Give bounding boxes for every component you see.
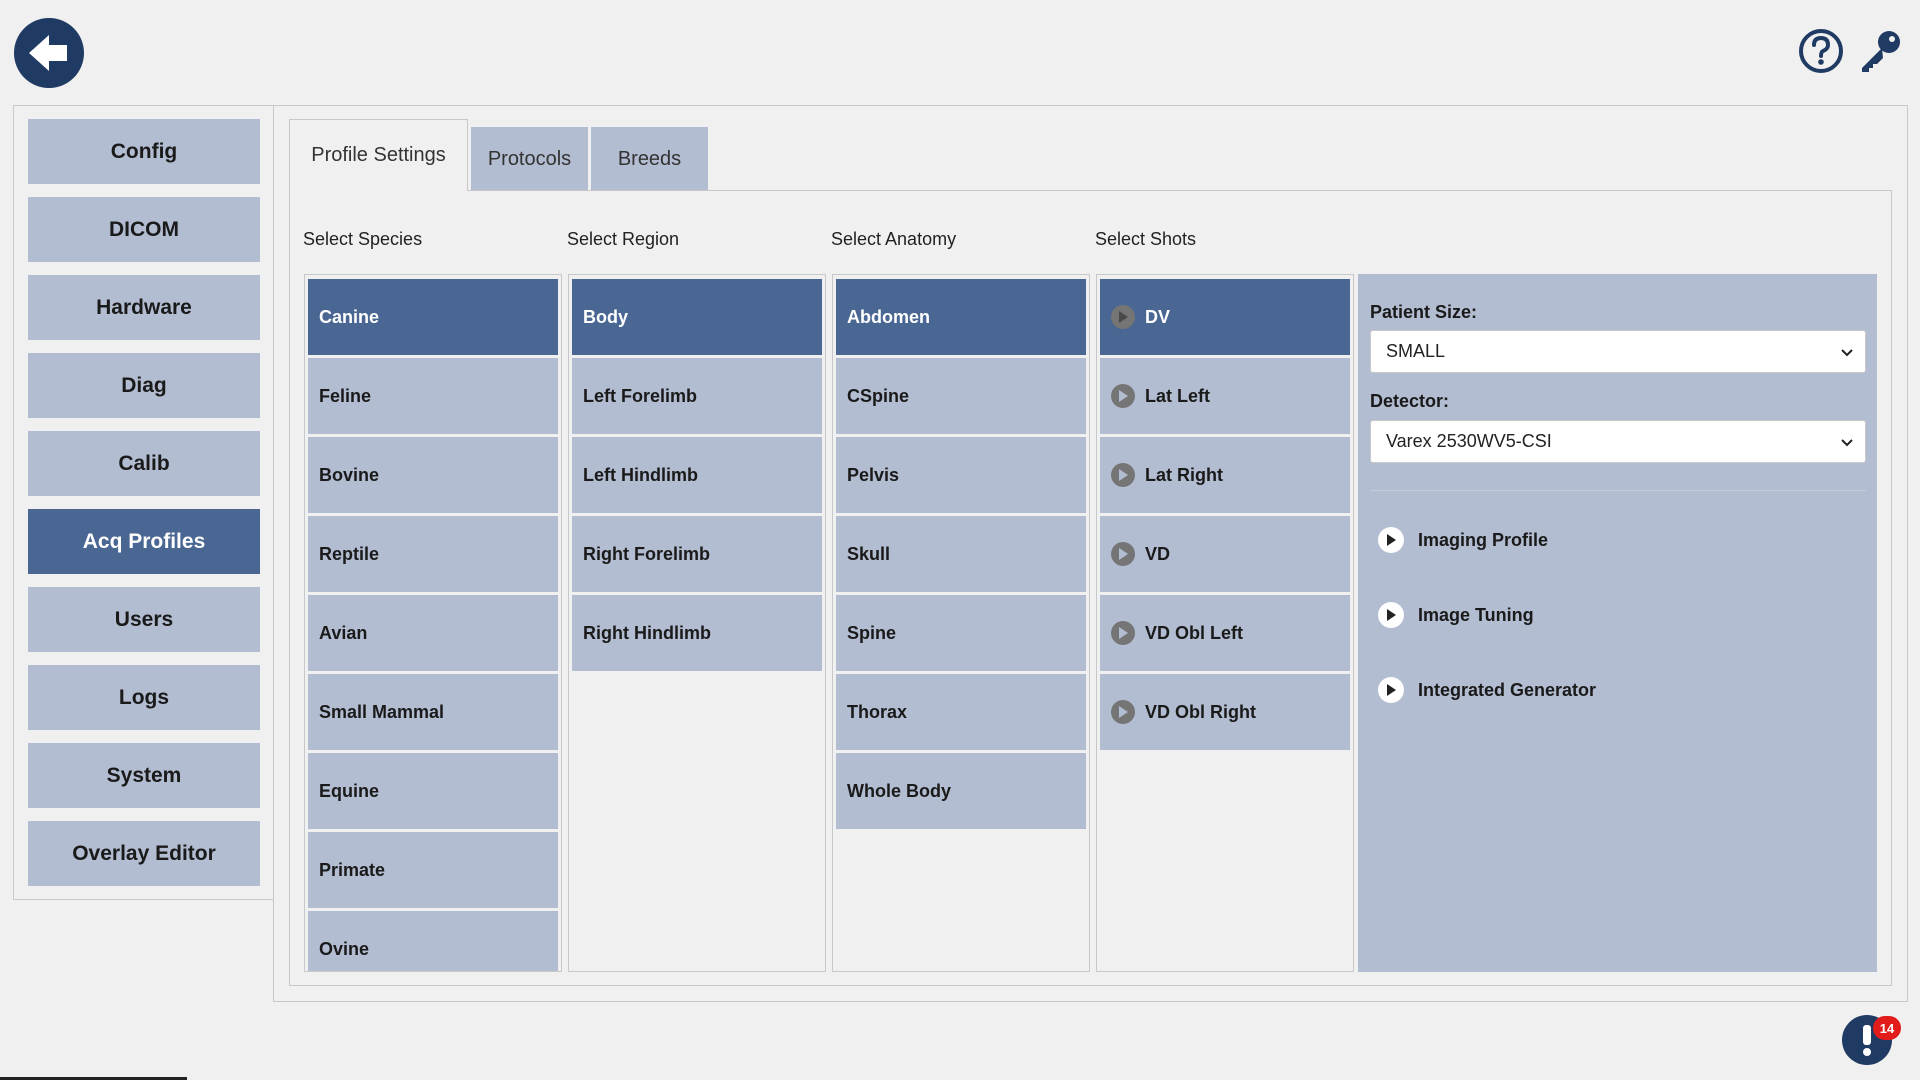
shots-list: DV Lat Left Lat Right VD VD Obl Left VD … — [1096, 274, 1354, 972]
imaging-profile-expander[interactable]: Imaging Profile — [1378, 527, 1548, 553]
list-item[interactable]: Small Mammal — [308, 674, 558, 750]
patient-size-label: Patient Size: — [1370, 302, 1478, 322]
anatomy-list: Abdomen CSpine Pelvis Skull Spine Thorax… — [832, 274, 1090, 972]
sidebar-item-users[interactable]: Users — [28, 587, 260, 652]
list-item[interactable]: Canine — [308, 279, 558, 355]
sidebar-item-logs[interactable]: Logs — [28, 665, 260, 730]
shot-label: Lat Left — [1145, 385, 1210, 406]
detector-select[interactable]: Varex 2530WV5-CSI — [1370, 420, 1866, 463]
shot-label: VD Obl Right — [1145, 701, 1256, 722]
shot-label: VD — [1145, 543, 1171, 564]
detector-label: Detector: — [1370, 391, 1450, 411]
divider — [1370, 490, 1866, 491]
shot-item-vd-obl-right[interactable]: VD Obl Right — [1100, 674, 1350, 750]
play-icon — [1111, 305, 1135, 329]
sidebar-item-acq-profiles[interactable]: Acq Profiles — [28, 509, 260, 574]
shot-label: VD Obl Left — [1145, 622, 1243, 643]
patient-size-value: SMALL — [1386, 341, 1446, 361]
shot-item-vd[interactable]: VD — [1100, 516, 1350, 592]
species-label: Select Species — [303, 229, 423, 249]
patient-size-select[interactable]: SMALL — [1370, 330, 1866, 373]
list-item[interactable]: Bovine — [308, 437, 558, 513]
sidebar-item-overlay-editor[interactable]: Overlay Editor — [28, 821, 260, 886]
key-icon — [1862, 31, 1900, 72]
shot-item-lat-right[interactable]: Lat Right — [1100, 437, 1350, 513]
region-label: Select Region — [567, 229, 680, 249]
sidebar-item-calib[interactable]: Calib — [28, 431, 260, 496]
shot-label: DV — [1145, 306, 1171, 327]
chevron-down-icon — [1841, 439, 1853, 447]
sidebar-item-system[interactable]: System — [28, 743, 260, 808]
help-button[interactable] — [1797, 27, 1845, 75]
list-item[interactable]: Primate — [308, 832, 558, 908]
species-list: Canine Feline Bovine Reptile Avian Small… — [304, 274, 562, 972]
expander-label: Integrated Generator — [1418, 679, 1597, 700]
list-item[interactable]: Skull — [836, 516, 1086, 592]
shot-item-vd-obl-left[interactable]: VD Obl Left — [1100, 595, 1350, 671]
list-item[interactable]: Left Forelimb — [572, 358, 822, 434]
sidebar-item-config[interactable]: Config — [28, 119, 260, 184]
play-icon — [1111, 542, 1135, 566]
anatomy-label: Select Anatomy — [831, 229, 957, 249]
list-item[interactable]: Whole Body — [836, 753, 1086, 829]
tab-breeds[interactable]: Breeds — [591, 127, 708, 191]
notification-count-badge: 14 — [1873, 1016, 1901, 1040]
play-icon — [1111, 700, 1135, 724]
chevron-down-icon — [1841, 349, 1853, 357]
list-item[interactable]: Feline — [308, 358, 558, 434]
expander-label: Image Tuning — [1418, 604, 1534, 625]
shots-label: Select Shots — [1095, 229, 1197, 249]
list-item[interactable]: Spine — [836, 595, 1086, 671]
list-item[interactable]: Right Forelimb — [572, 516, 822, 592]
sidebar-item-diag[interactable]: Diag — [28, 353, 260, 418]
play-icon — [1111, 463, 1135, 487]
sidebar: Config DICOM Hardware Diag Calib Acq Pro… — [13, 105, 273, 900]
shot-item-lat-left[interactable]: Lat Left — [1100, 358, 1350, 434]
sidebar-item-hardware[interactable]: Hardware — [28, 275, 260, 340]
image-tuning-expander[interactable]: Image Tuning — [1378, 602, 1534, 628]
list-item[interactable]: Body — [572, 279, 822, 355]
list-item[interactable]: Equine — [308, 753, 558, 829]
expander-label: Imaging Profile — [1418, 529, 1549, 550]
list-item[interactable]: Reptile — [308, 516, 558, 592]
detector-value: Varex 2530WV5-CSI — [1386, 431, 1552, 451]
list-item[interactable]: Abdomen — [836, 279, 1086, 355]
shot-item-dv[interactable]: DV — [1100, 279, 1350, 355]
tab-protocols[interactable]: Protocols — [471, 127, 588, 191]
tab-profile-settings[interactable]: Profile Settings — [289, 119, 468, 191]
list-item[interactable]: Ovine — [308, 911, 558, 971]
play-icon — [1111, 384, 1135, 408]
list-item[interactable]: CSpine — [836, 358, 1086, 434]
arrow-left-icon — [29, 35, 67, 71]
help-icon — [1799, 29, 1843, 73]
shot-label: Lat Right — [1145, 464, 1223, 485]
play-icon — [1111, 621, 1135, 645]
key-button[interactable] — [1856, 27, 1904, 75]
sidebar-item-dicom[interactable]: DICOM — [28, 197, 260, 262]
list-item[interactable]: Right Hindlimb — [572, 595, 822, 671]
list-item[interactable]: Avian — [308, 595, 558, 671]
expand-arrow-icon — [1378, 602, 1404, 628]
list-item[interactable]: Thorax — [836, 674, 1086, 750]
region-list: Body Left Forelimb Left Hindlimb Right F… — [568, 274, 826, 972]
expand-arrow-icon — [1378, 527, 1404, 553]
settings-panel: Patient Size: SMALL Detector: Varex 2530… — [1358, 274, 1877, 972]
expand-arrow-icon — [1378, 677, 1404, 703]
integrated-generator-expander[interactable]: Integrated Generator — [1378, 677, 1596, 703]
list-item[interactable]: Left Hindlimb — [572, 437, 822, 513]
back-button[interactable] — [14, 18, 84, 88]
list-item[interactable]: Pelvis — [836, 437, 1086, 513]
